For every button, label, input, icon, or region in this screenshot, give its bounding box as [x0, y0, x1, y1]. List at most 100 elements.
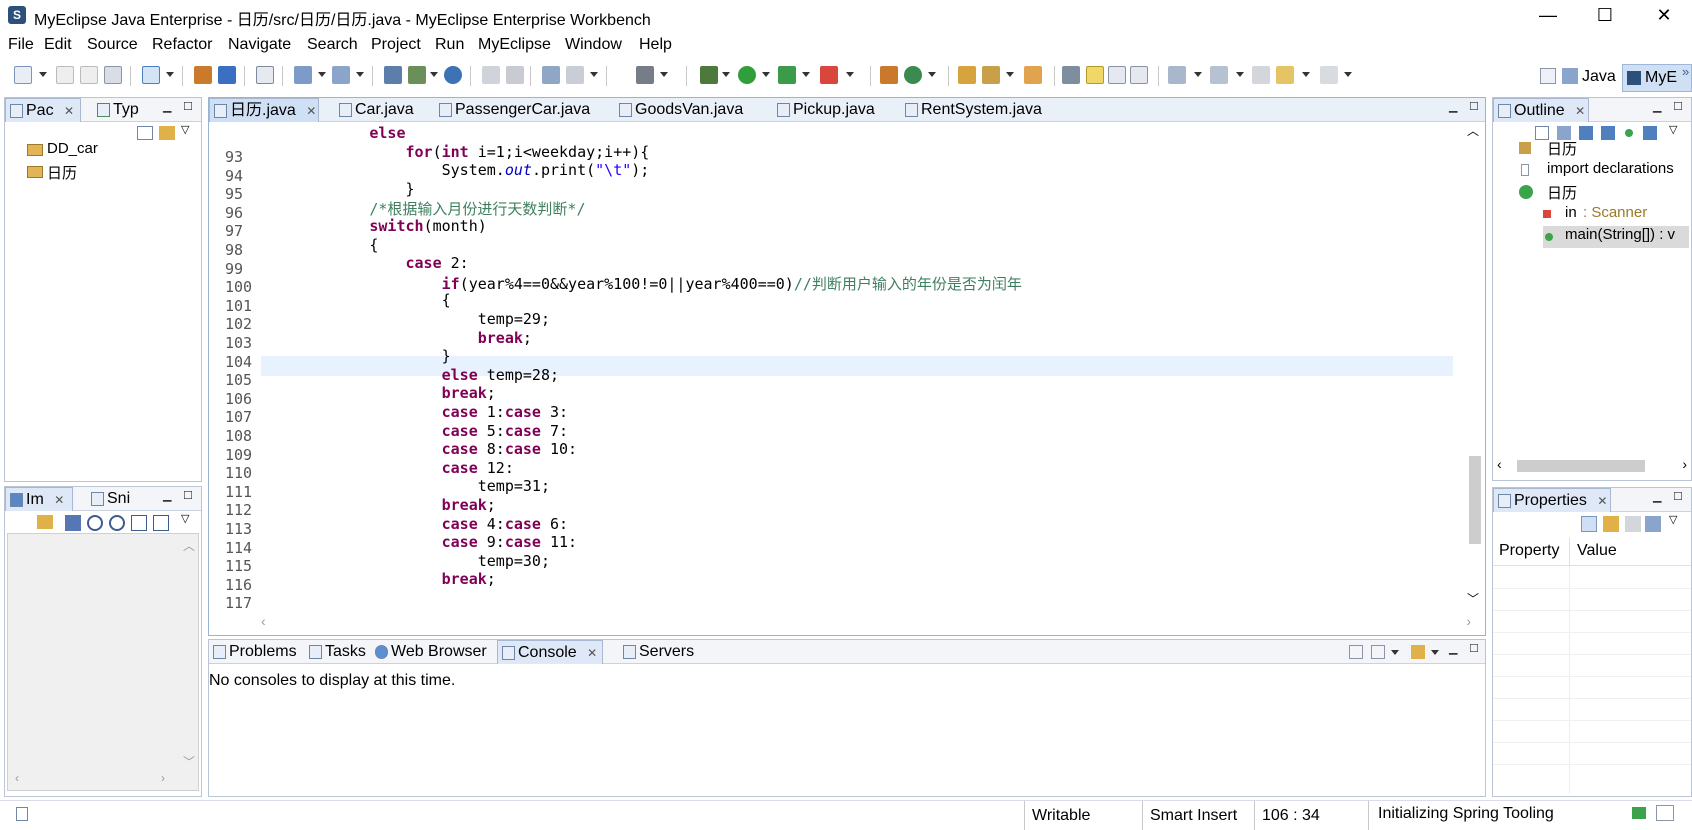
menu-file[interactable]: File	[8, 36, 34, 54]
outline-item-imports[interactable]: import declarations	[1519, 160, 1689, 182]
scroll-left-icon[interactable]: ‹	[261, 613, 266, 629]
code-line[interactable]: break;	[261, 384, 496, 402]
new-class-dropdown-icon[interactable]	[928, 72, 936, 77]
zoom-out-icon[interactable]	[87, 515, 103, 531]
zoom-in-icon[interactable]	[109, 515, 125, 531]
tab-snippets[interactable]: Sni	[87, 487, 147, 511]
new-ejb-icon[interactable]	[408, 66, 426, 84]
perspective-more[interactable]: »	[1682, 64, 1689, 79]
new-package-icon[interactable]	[880, 66, 898, 84]
view-menu-icon[interactable]: ▽	[1669, 123, 1677, 136]
scroll-left-icon[interactable]: ‹	[1497, 456, 1502, 472]
minimize-button[interactable]: —	[1520, 0, 1576, 30]
display-console-dropdown-icon[interactable]	[1391, 650, 1399, 655]
scrollbar-thumb[interactable]	[1469, 456, 1481, 544]
open-folder-icon[interactable]	[958, 66, 976, 84]
tab-problems[interactable]: Problems	[209, 640, 303, 664]
search-file-icon[interactable]	[294, 66, 312, 84]
code-line[interactable]: case 4:case 6:	[261, 515, 568, 533]
perspective-java[interactable]: Java	[1582, 68, 1616, 86]
code-area[interactable]: else for(int i=1;i<weekday;i++){ System.…	[209, 98, 1467, 612]
code-line[interactable]: {	[261, 291, 451, 309]
refresh-icon[interactable]	[566, 66, 584, 84]
menu-search[interactable]: Search	[307, 36, 358, 54]
maximize-icon[interactable]: ☐	[1673, 100, 1683, 113]
open-perspective-icon[interactable]	[1540, 68, 1556, 84]
new-ejb-dropdown-icon[interactable]	[430, 72, 438, 77]
wizard-icon[interactable]	[542, 66, 560, 84]
tab-image[interactable]: Im ✕	[5, 487, 73, 511]
browser-globe-icon[interactable]	[444, 66, 462, 84]
code-line[interactable]: System.out.print("\t");	[261, 161, 650, 179]
menu-myeclipse[interactable]: MyEclipse	[478, 36, 551, 54]
progress-view-icon[interactable]	[1656, 805, 1674, 821]
pin-icon[interactable]	[1645, 516, 1661, 532]
last-edit-location-icon[interactable]	[1252, 66, 1270, 84]
print-icon[interactable]	[104, 66, 122, 84]
minimize-icon[interactable]: ▁	[163, 489, 171, 502]
deploy-icon[interactable]	[218, 66, 236, 84]
scroll-up-icon[interactable]: ︿	[183, 537, 195, 554]
tab-package-explorer[interactable]: Pac ✕	[5, 98, 81, 122]
scrollbar-thumb[interactable]	[1517, 460, 1645, 472]
fast-view-icon[interactable]	[16, 807, 28, 821]
code-line[interactable]: else temp=28;	[261, 366, 559, 384]
view-menu-icon[interactable]: ▽	[1669, 513, 1677, 526]
outline-item-field-in[interactable]: in : Scanner	[1543, 204, 1689, 226]
monitor-icon[interactable]	[636, 66, 654, 84]
tab-web-browser[interactable]: Web Browser	[371, 640, 491, 664]
tab-tasks[interactable]: Tasks	[305, 640, 367, 664]
open-console-icon[interactable]	[1411, 645, 1425, 659]
pin-console-icon[interactable]	[1349, 645, 1363, 659]
back-dropdown-icon[interactable]	[1302, 72, 1310, 77]
code-line[interactable]: temp=31;	[261, 477, 550, 495]
close-icon[interactable]: ✕	[1597, 494, 1607, 508]
open-type-dropdown-icon[interactable]	[166, 72, 174, 77]
link-with-editor-icon[interactable]	[159, 126, 175, 140]
show-whitespace-icon[interactable]	[1130, 66, 1148, 84]
close-window-button[interactable]: ✕	[1636, 0, 1692, 30]
code-line[interactable]: temp=30;	[261, 552, 550, 570]
server-icon[interactable]	[256, 66, 274, 84]
minimize-icon[interactable]: ▁	[1653, 100, 1661, 113]
maximize-button[interactable]: ☐	[1577, 0, 1633, 30]
code-line[interactable]: case 2:	[261, 254, 468, 272]
tab-outline[interactable]: Outline ✕	[1493, 98, 1589, 122]
scroll-right-icon[interactable]: ›	[1466, 613, 1471, 629]
minimize-icon[interactable]: ▁	[1449, 642, 1457, 655]
code-line[interactable]: case 1:case 3:	[261, 403, 568, 421]
next-annotation-dropdown-icon[interactable]	[1194, 72, 1202, 77]
new-class-icon[interactable]	[904, 66, 922, 84]
open-console-dropdown-icon[interactable]	[1431, 650, 1439, 655]
back-disabled-icon[interactable]	[482, 66, 500, 84]
code-line[interactable]: case 12:	[261, 459, 514, 477]
maximize-icon[interactable]: ☐	[183, 100, 193, 113]
tab-console[interactable]: Console ✕	[497, 640, 603, 664]
categories-icon[interactable]	[1581, 516, 1597, 532]
view-menu-icon[interactable]: ▽	[181, 123, 189, 136]
save-icon[interactable]	[56, 66, 74, 84]
code-line[interactable]: case 8:case 10:	[261, 440, 577, 458]
run-dropdown-icon[interactable]	[762, 72, 770, 77]
maximize-icon[interactable]: ☐	[1469, 642, 1479, 655]
prev-annotation-icon[interactable]	[1210, 66, 1228, 84]
menu-refactor[interactable]: Refactor	[152, 36, 212, 54]
new-dropdown-icon[interactable]	[39, 72, 47, 77]
minimize-icon[interactable]: ▁	[1653, 490, 1661, 503]
close-icon[interactable]: ✕	[54, 493, 64, 507]
close-icon[interactable]: ✕	[1575, 104, 1585, 118]
forward-disabled-icon[interactable]	[506, 66, 524, 84]
outline-horizontal-scrollbar[interactable]: ‹ ›	[1495, 456, 1689, 476]
minimize-icon[interactable]: ▁	[163, 100, 171, 113]
menu-navigate[interactable]: Navigate	[228, 36, 291, 54]
new-icon[interactable]	[14, 66, 32, 84]
code-line[interactable]: case 5:case 7:	[261, 422, 568, 440]
code-line[interactable]: switch(month)	[261, 217, 486, 235]
view-menu-icon[interactable]: ▽	[181, 512, 189, 525]
code-line[interactable]: break;	[261, 496, 496, 514]
coverage-icon[interactable]	[820, 66, 838, 84]
tab-servers[interactable]: Servers	[619, 640, 703, 664]
filter-icon[interactable]	[1603, 516, 1619, 532]
menu-help[interactable]: Help	[639, 36, 672, 54]
original-size-icon[interactable]	[131, 515, 147, 531]
